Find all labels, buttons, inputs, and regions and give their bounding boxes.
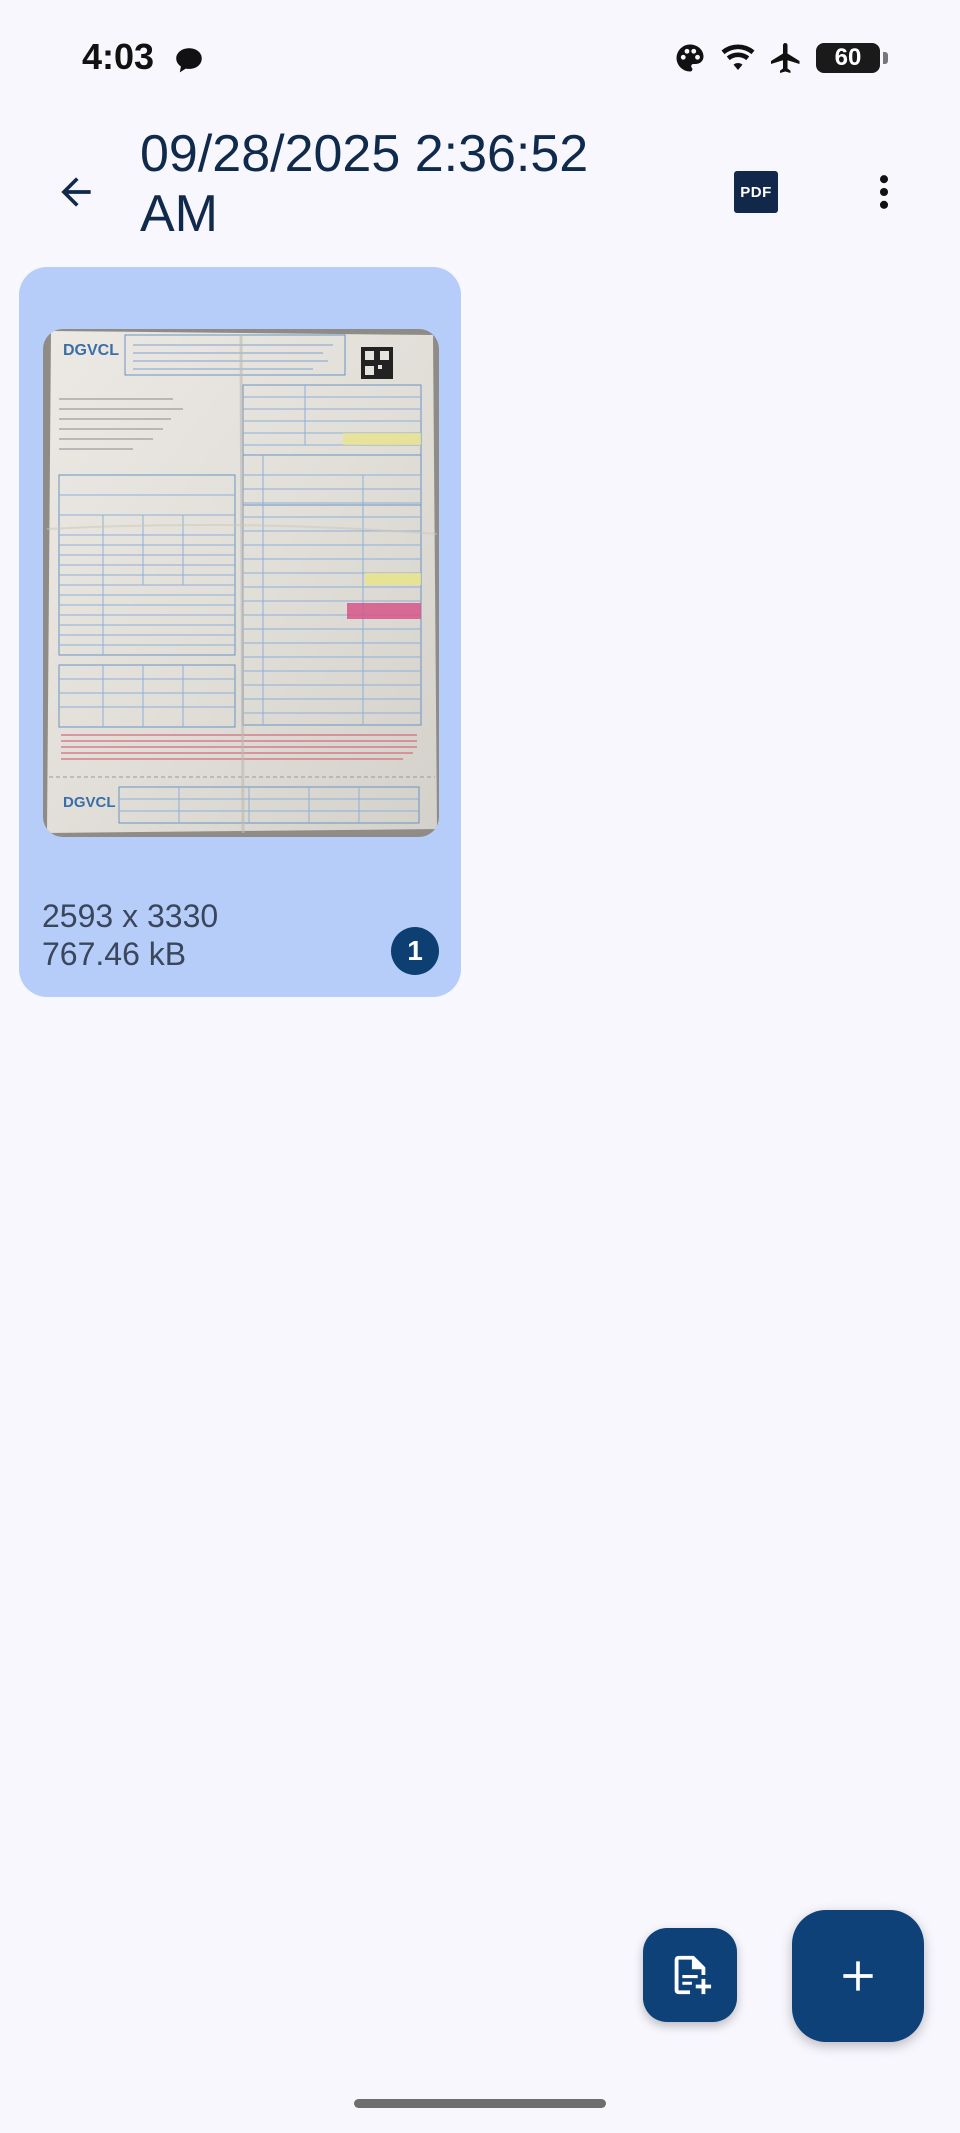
home-indicator[interactable]	[354, 2099, 606, 2108]
status-time: 4:03	[82, 36, 155, 77]
wifi-icon	[721, 44, 755, 70]
page-meta: 2593 x 3330 767.46 kB	[42, 897, 218, 973]
status-bar: 4:03 60	[0, 0, 960, 120]
plus-icon	[843, 1961, 873, 1991]
export-pdf-button[interactable]: PDF	[720, 156, 792, 228]
thumbnail-logo: DGVCL	[63, 342, 119, 359]
battery-icon: 60	[816, 43, 888, 73]
page-card[interactable]: DGVCL DGVCL 2593 x 3330 767.46 kB 1	[19, 267, 461, 997]
page-file-size: 767.46 kB	[42, 936, 187, 972]
add-document-button[interactable]	[643, 1928, 737, 2022]
airplane-mode-icon	[771, 43, 800, 73]
messages-icon	[176, 48, 202, 73]
scanned-bill-image: DGVCL DGVCL	[43, 329, 439, 837]
palette-icon	[676, 44, 704, 72]
more-vert-icon	[879, 175, 889, 209]
back-button[interactable]	[40, 156, 112, 228]
back-arrow-icon	[61, 177, 91, 207]
thumbnail-footer-logo: DGVCL	[63, 794, 116, 811]
pdf-icon: PDF	[734, 171, 778, 213]
document-title: 09/28/2025 2:36:52 AM	[140, 125, 589, 243]
more-options-button[interactable]	[848, 156, 920, 228]
add-document-icon	[674, 1955, 712, 1995]
battery-level: 60	[834, 44, 862, 71]
page-thumbnail[interactable]: DGVCL DGVCL	[43, 329, 439, 837]
status-icons: 60	[672, 38, 888, 78]
add-page-button[interactable]	[792, 1910, 924, 2042]
pdf-label: PDF	[740, 183, 772, 201]
page-dimensions: 2593 x 3330	[42, 898, 219, 934]
page-number-badge: 1	[391, 927, 439, 975]
app-bar: 09/28/2025 2:36:52 AM PDF	[0, 120, 960, 260]
